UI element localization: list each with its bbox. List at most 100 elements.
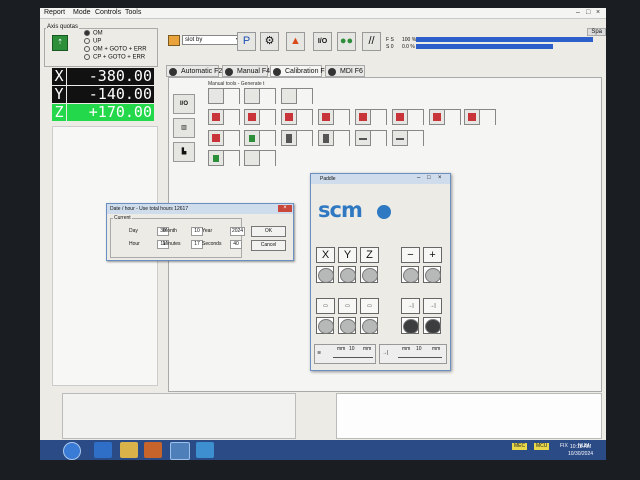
day-field[interactable]: Day 30: [129, 227, 169, 236]
jog-plus-key[interactable]: +: [423, 247, 442, 263]
op-cell[interactable]: [208, 88, 242, 106]
op-cell[interactable]: [244, 88, 278, 106]
tab-manual[interactable]: Manual F4: [222, 65, 270, 77]
wave-icon: ≋: [317, 350, 322, 356]
dialog-title: Date / hour - Use total hours 12617: [107, 204, 293, 214]
settings-button[interactable]: ⚙: [260, 32, 279, 51]
tool-head-button[interactable]: ▥: [173, 118, 195, 138]
program-icon: [168, 35, 180, 46]
op-cell[interactable]: [208, 130, 242, 148]
clock-date[interactable]: 10/30/2024: [568, 451, 593, 457]
radio-dot-icon: [84, 30, 90, 36]
op-cell[interactable]: [281, 130, 315, 148]
op-cell[interactable]: [244, 130, 278, 148]
hour-field[interactable]: Hour 11: [129, 240, 169, 249]
current-group-title: Current: [113, 215, 132, 221]
message-pane: [62, 393, 296, 439]
trash-icon: [318, 130, 334, 146]
program-editor-button[interactable]: P: [237, 32, 256, 51]
current-group: [110, 218, 242, 258]
op-cell[interactable]: [355, 109, 389, 127]
minimize-icon[interactable]: –: [417, 175, 420, 181]
op-cell[interactable]: [281, 109, 315, 127]
axis-x-key[interactable]: X: [316, 247, 335, 263]
axis-y-key[interactable]: Y: [338, 247, 357, 263]
cnc-app-icon[interactable]: [170, 442, 190, 460]
media-icon[interactable]: [144, 442, 162, 458]
axes-mode-icon[interactable]: ⇡: [52, 35, 68, 51]
seconds-field[interactable]: Seconds 40: [202, 240, 242, 249]
maximize-icon[interactable]: □: [427, 175, 431, 181]
coord-x: X -380.00: [52, 68, 154, 85]
ok-button[interactable]: OK: [251, 226, 286, 237]
clamp-icon: [392, 109, 408, 125]
manual-group-label: Manual tools - Generate t: [208, 81, 265, 87]
op-cell[interactable]: [244, 109, 278, 127]
axis-z-key[interactable]: Z: [360, 247, 379, 263]
tool-head-icon: ▥: [181, 125, 187, 131]
op-cell[interactable]: [244, 150, 278, 168]
pause-button[interactable]: //: [362, 32, 381, 51]
step-plus-key[interactable]: →|: [423, 298, 442, 314]
clamp-icon: [208, 109, 224, 125]
io-side-button[interactable]: I/O: [173, 94, 195, 114]
close-icon[interactable]: ×: [596, 9, 600, 16]
coord-y-label: Y: [52, 86, 66, 103]
clock-time[interactable]: 10:18 AM: [570, 444, 591, 450]
jog-minus-key[interactable]: −: [401, 247, 420, 263]
radio-om[interactable]: OM: [84, 30, 103, 37]
year-field[interactable]: Year 2024: [202, 227, 245, 236]
step-icon: →|: [429, 303, 436, 309]
op-cell[interactable]: [208, 150, 242, 168]
op-cell[interactable]: [318, 130, 352, 148]
step-slider[interactable]: →| mm 10 mm: [379, 344, 447, 364]
dialog-close-icon[interactable]: ×: [278, 205, 292, 212]
automatic-icon: [169, 68, 177, 76]
worktable-button[interactable]: ▙: [173, 142, 195, 162]
browser-icon[interactable]: [94, 442, 112, 458]
op-cell[interactable]: [392, 130, 426, 148]
op-cell[interactable]: [281, 88, 315, 106]
mode-led-2: [338, 317, 356, 334]
radio-cp-goto-err[interactable]: CP + GOTO + ERR: [84, 54, 145, 61]
mode-key-2[interactable]: ▭: [338, 298, 357, 314]
frame-icon: ▭: [323, 303, 328, 309]
mode-led-1: [316, 317, 334, 334]
remote-app-icon[interactable]: [196, 442, 214, 458]
month-field[interactable]: Month 10: [163, 227, 203, 236]
menu-report[interactable]: Report: [44, 9, 65, 16]
op-cell[interactable]: [392, 109, 426, 127]
radio-om-goto-err[interactable]: OM + GOTO + ERR: [84, 46, 147, 53]
menu-mode[interactable]: Mode: [73, 9, 91, 16]
folder-icon[interactable]: [120, 442, 138, 458]
radio-up[interactable]: UP: [84, 38, 101, 45]
speed-slider[interactable]: ≋ mm 10 mm: [314, 344, 376, 364]
alarm-button[interactable]: ▲: [286, 32, 305, 51]
axis-z-led: [360, 266, 378, 283]
date-hour-dialog: Date / hour - Use total hours 12617 × Cu…: [106, 203, 294, 261]
menu-controls[interactable]: Controls: [95, 9, 121, 16]
op-cell[interactable]: [464, 109, 498, 127]
op-cell[interactable]: [429, 109, 463, 127]
manual-icon: [225, 68, 233, 76]
cancel-button[interactable]: Cancel: [251, 240, 286, 251]
mode-select[interactable]: slot by: [182, 35, 241, 45]
menu-tools[interactable]: Tools: [125, 9, 141, 16]
op-cell[interactable]: [318, 109, 352, 127]
close-icon[interactable]: ×: [438, 175, 442, 181]
mode-key-3[interactable]: ▭: [360, 298, 379, 314]
tab-calibration[interactable]: Calibration F5: [270, 65, 329, 77]
mode-key-1[interactable]: ▭: [316, 298, 335, 314]
tab-mdi[interactable]: MDI F6: [325, 65, 365, 77]
coord-z-value: +170.00: [67, 104, 154, 121]
op-cell[interactable]: [355, 130, 389, 148]
op-cell[interactable]: [208, 109, 242, 127]
diagnostics-button[interactable]: ●●: [337, 32, 356, 51]
maximize-icon[interactable]: □: [586, 9, 590, 16]
minimize-icon[interactable]: –: [576, 9, 580, 16]
tab-automatic[interactable]: Automatic F2: [166, 65, 222, 77]
io-button[interactable]: I/O: [313, 32, 332, 51]
minutes-field[interactable]: Minutes 17: [163, 240, 203, 249]
step-minus-key[interactable]: →|: [401, 298, 420, 314]
start-button-icon[interactable]: [63, 442, 81, 460]
